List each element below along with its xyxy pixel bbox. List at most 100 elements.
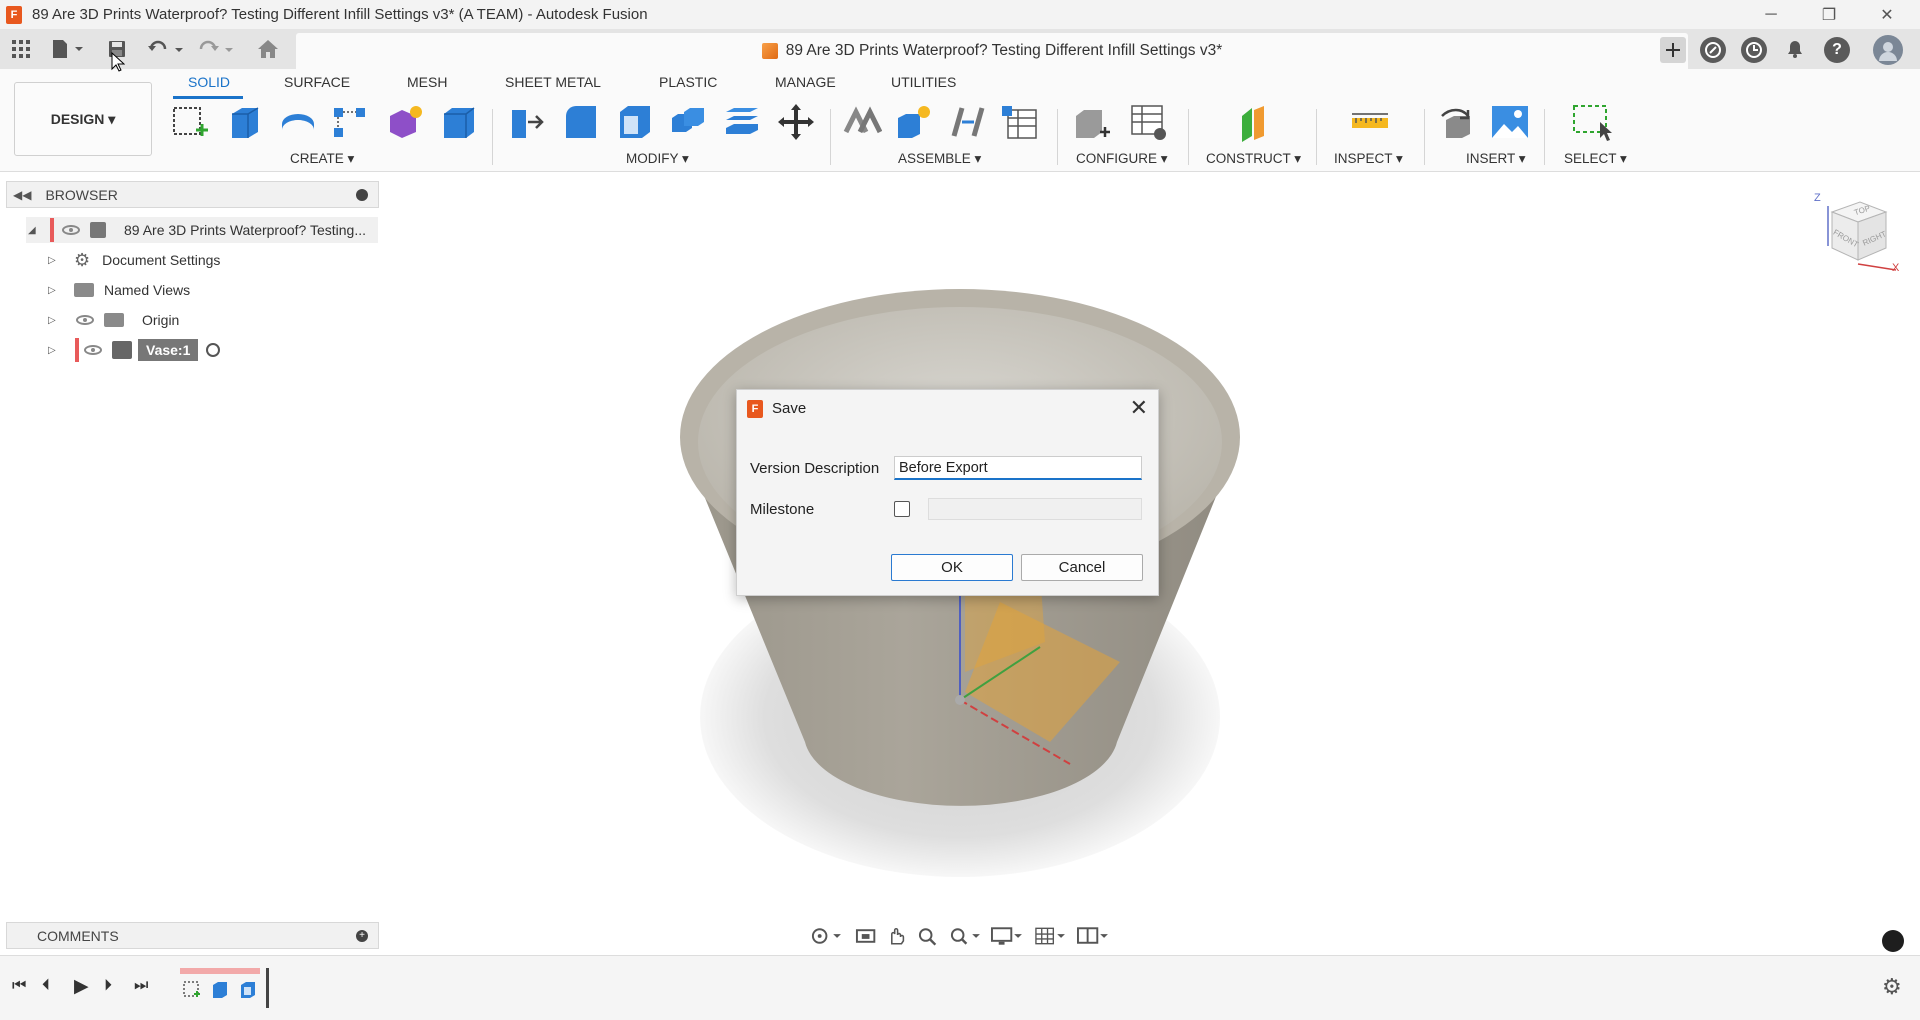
browser-item-document-settings[interactable]: ▷ ⚙ Document Settings xyxy=(48,247,220,273)
offset-plane-icon[interactable] xyxy=(1234,102,1274,142)
box-icon[interactable] xyxy=(438,102,478,142)
workspace-switcher-button[interactable]: DESIGN ▾ xyxy=(14,82,152,156)
notifications-bell-icon[interactable] xyxy=(1782,37,1808,61)
home-icon[interactable] xyxy=(256,37,280,61)
shell-icon[interactable] xyxy=(614,102,654,142)
file-icon[interactable] xyxy=(50,37,86,61)
go-to-start-icon[interactable]: ⏮ xyxy=(12,977,26,995)
timeline-marker-bar xyxy=(180,968,260,974)
browser-panel-header[interactable]: ◀◀ BROWSER xyxy=(6,181,379,208)
extrude-icon[interactable] xyxy=(224,102,264,142)
timeline-playhead[interactable] xyxy=(266,968,269,1008)
version-description-input[interactable] xyxy=(894,456,1142,480)
step-forward-icon[interactable]: ⏵ xyxy=(104,977,112,995)
move-copy-icon[interactable] xyxy=(776,102,816,142)
timeline-shell-icon[interactable] xyxy=(238,978,258,1000)
comments-panel[interactable]: COMMENTS + xyxy=(6,922,379,949)
expand-triangle-icon[interactable]: ▷ xyxy=(48,255,56,266)
undo-icon[interactable] xyxy=(146,37,186,61)
go-to-end-icon[interactable]: ⏭ xyxy=(134,977,148,995)
browser-minimize-icon[interactable] xyxy=(356,189,368,201)
tab-mesh[interactable]: MESH xyxy=(407,74,447,90)
split-body-icon[interactable] xyxy=(722,102,762,142)
look-at-icon[interactable] xyxy=(855,926,876,946)
ok-button[interactable]: OK xyxy=(891,554,1013,581)
restore-button[interactable]: ❐ xyxy=(1800,0,1858,29)
combine-icon[interactable] xyxy=(668,102,708,142)
step-back-icon[interactable]: ⏴ xyxy=(42,977,50,995)
modify-group-label[interactable]: MODIFY ▾ xyxy=(626,151,689,167)
extensions-icon[interactable] xyxy=(1700,37,1726,63)
view-cube[interactable]: TOP FRONT RIGHT Z X xyxy=(1812,192,1902,274)
visibility-eye-icon[interactable] xyxy=(84,345,102,355)
job-status-icon[interactable] xyxy=(1741,37,1767,63)
construct-group-label[interactable]: CONSTRUCT ▾ xyxy=(1206,151,1301,167)
document-tab[interactable]: 89 Are 3D Prints Waterproof? Testing Dif… xyxy=(296,33,1688,69)
timeline-features[interactable] xyxy=(180,968,270,1008)
tab-solid[interactable]: SOLID xyxy=(188,74,230,90)
configure-group-label[interactable]: CONFIGURE ▾ xyxy=(1076,151,1168,167)
milestone-checkbox[interactable] xyxy=(894,501,910,517)
redo-icon[interactable] xyxy=(196,37,236,61)
fit-zoom-icon[interactable] xyxy=(949,926,982,946)
close-dialog-icon[interactable]: ✕ xyxy=(1130,395,1148,421)
play-icon[interactable]: ▶ xyxy=(74,975,89,998)
joint-icon[interactable] xyxy=(894,102,934,142)
as-built-joint-icon[interactable] xyxy=(948,102,988,142)
revolve-icon[interactable] xyxy=(278,102,318,142)
visibility-eye-icon[interactable] xyxy=(62,225,80,235)
apps-grid-icon[interactable] xyxy=(10,37,32,61)
create-sketch-icon[interactable] xyxy=(170,102,210,142)
pan-hand-icon[interactable] xyxy=(886,926,907,946)
configuration-table-icon[interactable] xyxy=(1128,102,1168,142)
insert-group-label[interactable]: INSERT ▾ xyxy=(1466,151,1526,167)
expand-triangle-icon[interactable]: ▷ xyxy=(48,285,56,296)
configure-icon[interactable] xyxy=(1072,102,1112,142)
collapse-triangle-icon[interactable]: ◢ xyxy=(28,225,36,236)
bill-of-materials-icon[interactable] xyxy=(1000,102,1040,142)
create-form-icon[interactable] xyxy=(384,102,424,142)
close-window-button[interactable]: ✕ xyxy=(1858,0,1916,29)
tab-plastic[interactable]: PLASTIC xyxy=(659,74,717,90)
user-avatar[interactable] xyxy=(1873,35,1903,65)
pattern-icon[interactable] xyxy=(330,102,370,142)
zoom-icon[interactable] xyxy=(917,926,938,946)
inspect-group-label[interactable]: INSPECT ▾ xyxy=(1334,151,1403,167)
display-settings-icon[interactable] xyxy=(991,926,1024,946)
tab-sheet-metal[interactable]: SHEET METAL xyxy=(505,74,601,90)
help-icon[interactable]: ? xyxy=(1824,37,1850,63)
select-window-icon[interactable] xyxy=(1572,102,1612,142)
expand-triangle-icon[interactable]: ▷ xyxy=(48,345,56,356)
insert-canvas-icon[interactable] xyxy=(1490,102,1530,142)
assemble-group-label[interactable]: ASSEMBLE ▾ xyxy=(898,151,981,167)
insert-derive-icon[interactable] xyxy=(1438,102,1478,142)
add-comment-icon[interactable]: + xyxy=(356,930,368,942)
visibility-eye-icon[interactable] xyxy=(76,315,94,325)
create-group-label[interactable]: CREATE ▾ xyxy=(290,151,354,167)
press-pull-icon[interactable] xyxy=(506,102,546,142)
sketch-text-icon[interactable] xyxy=(1882,930,1904,952)
grid-snap-icon[interactable] xyxy=(1034,926,1067,946)
collapse-browser-icon[interactable]: ◀◀ xyxy=(13,188,31,202)
expand-triangle-icon[interactable]: ▷ xyxy=(48,315,56,326)
timeline-sketch-icon[interactable] xyxy=(182,978,202,1000)
browser-item-named-views[interactable]: ▷ Named Views xyxy=(48,277,190,303)
tab-utilities[interactable]: UTILITIES xyxy=(891,74,956,90)
measure-icon[interactable] xyxy=(1350,102,1390,142)
browser-item-origin[interactable]: ▷ Origin xyxy=(48,307,179,333)
tab-surface[interactable]: SURFACE xyxy=(284,74,350,90)
viewports-icon[interactable] xyxy=(1077,926,1110,946)
activate-component-icon[interactable] xyxy=(206,343,221,357)
new-component-icon[interactable] xyxy=(842,102,883,142)
orbit-icon[interactable] xyxy=(810,926,845,946)
browser-root-node[interactable]: ◢ 89 Are 3D Prints Waterproof? Testing..… xyxy=(26,217,378,243)
timeline-extrude-icon[interactable] xyxy=(210,978,230,1000)
tab-manage[interactable]: MANAGE xyxy=(775,74,836,90)
minimize-button[interactable]: ─ xyxy=(1742,0,1800,29)
timeline-settings-gear-icon[interactable]: ⚙ xyxy=(1882,974,1902,1000)
new-tab-icon[interactable] xyxy=(1660,37,1686,63)
fillet-icon[interactable] xyxy=(560,102,600,142)
select-group-label[interactable]: SELECT ▾ xyxy=(1564,151,1627,167)
cancel-button[interactable]: Cancel xyxy=(1021,554,1143,581)
browser-item-vase[interactable]: ▷ Vase:1 xyxy=(48,337,221,363)
